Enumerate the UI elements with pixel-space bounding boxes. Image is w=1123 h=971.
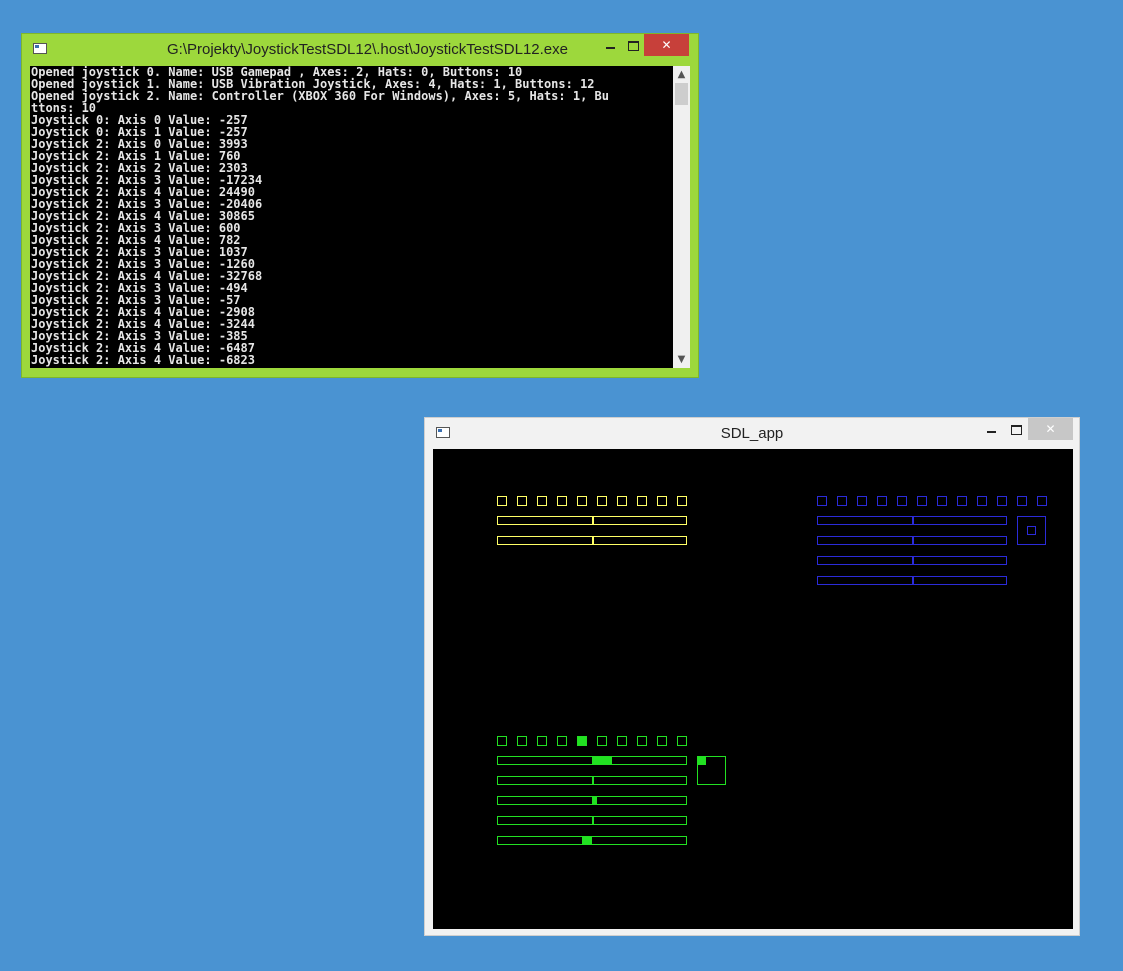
maximize-button[interactable] xyxy=(620,34,646,56)
minimize-icon xyxy=(986,430,996,433)
joystick-1-button-1 xyxy=(837,496,847,506)
maximize-icon xyxy=(627,40,639,51)
joystick-1-button-2 xyxy=(857,496,867,506)
minimize-icon xyxy=(605,46,615,49)
joystick-1-hat-indicator xyxy=(1027,526,1036,535)
joystick-0-button-6 xyxy=(617,496,627,506)
joystick-2-axis-3-fill xyxy=(592,816,594,825)
joystick-0-button-5 xyxy=(597,496,607,506)
sdl-minimize-button[interactable] xyxy=(977,418,1005,440)
joystick-0-button-8 xyxy=(657,496,667,506)
scroll-thumb[interactable] xyxy=(675,83,688,105)
joystick-0-axis-0-fill xyxy=(592,516,594,525)
console-line: Joystick 2: Axis 4 Value: -6823 xyxy=(31,353,255,367)
joystick-0-button-2 xyxy=(537,496,547,506)
joystick-2-button-2 xyxy=(537,736,547,746)
console-output: Opened joystick 0. Name: USB Gamepad , A… xyxy=(31,66,671,368)
joystick-2-button-8 xyxy=(657,736,667,746)
console-titlebar[interactable]: G:\Projekty\JoystickTestSDL12\.host\Joys… xyxy=(22,34,698,66)
console-scrollbar[interactable]: ▲ ▼ xyxy=(673,66,690,368)
close-button[interactable]: ✕ xyxy=(644,34,689,56)
joystick-2-button-9 xyxy=(677,736,687,746)
joystick-1-button-6 xyxy=(937,496,947,506)
sdl-maximize-button[interactable] xyxy=(1003,418,1029,440)
joystick-1-button-3 xyxy=(877,496,887,506)
joystick-0-button-1 xyxy=(517,496,527,506)
console-line: Opened joystick 2. Name: Controller (XBO… xyxy=(31,89,609,103)
console-window-icon[interactable] xyxy=(33,43,47,54)
joystick-1-button-5 xyxy=(917,496,927,506)
joystick-0-button-9 xyxy=(677,496,687,506)
joystick-2-hat-indicator xyxy=(697,756,706,765)
sdl-canvas[interactable] xyxy=(433,449,1073,929)
joystick-1-axis-1-fill xyxy=(912,536,914,545)
joystick-1-button-8 xyxy=(977,496,987,506)
sdl-window[interactable]: SDL_app ✕ xyxy=(424,417,1080,936)
maximize-icon xyxy=(1010,424,1022,435)
joystick-2-button-6 xyxy=(617,736,627,746)
sdl-close-button[interactable]: ✕ xyxy=(1028,418,1073,440)
joystick-1-button-7 xyxy=(957,496,967,506)
joystick-1-button-10 xyxy=(1017,496,1027,506)
console-title: G:\Projekty\JoystickTestSDL12\.host\Joys… xyxy=(167,41,568,58)
joystick-2-axis-2-fill xyxy=(592,796,597,805)
joystick-1-button-0 xyxy=(817,496,827,506)
joystick-1-axis-2-fill xyxy=(912,556,914,565)
joystick-2-button-4 xyxy=(577,736,587,746)
console-window[interactable]: G:\Projekty\JoystickTestSDL12\.host\Joys… xyxy=(22,34,698,377)
console-area[interactable]: Opened joystick 0. Name: USB Gamepad , A… xyxy=(30,66,690,368)
joystick-2-button-0 xyxy=(497,736,507,746)
close-icon: ✕ xyxy=(661,38,672,52)
joystick-0-button-3 xyxy=(557,496,567,506)
joystick-0-button-4 xyxy=(577,496,587,506)
joystick-2-axis-1-fill xyxy=(592,776,594,785)
joystick-2-axis-4-fill xyxy=(582,836,592,845)
joystick-2-button-5 xyxy=(597,736,607,746)
joystick-1-hat-box xyxy=(1017,516,1046,545)
joystick-2-axis-0-fill xyxy=(592,756,612,765)
joystick-1-button-4 xyxy=(897,496,907,506)
joystick-visualization xyxy=(497,496,1047,845)
joystick-1-axis-3-fill xyxy=(912,576,914,585)
sdl-titlebar[interactable]: SDL_app ✕ xyxy=(425,418,1079,449)
scroll-down-arrow-icon[interactable]: ▼ xyxy=(673,351,690,368)
joystick-1-axis-0-fill xyxy=(912,516,914,525)
joystick-0-axis-1-fill xyxy=(592,536,594,545)
joystick-2-button-7 xyxy=(637,736,647,746)
joystick-1-button-11 xyxy=(1037,496,1047,506)
close-icon: ✕ xyxy=(1045,422,1056,436)
joystick-2-button-3 xyxy=(557,736,567,746)
joystick-1-button-9 xyxy=(997,496,1007,506)
scroll-up-arrow-icon[interactable]: ▲ xyxy=(673,66,690,83)
joystick-0-button-7 xyxy=(637,496,647,506)
joystick-0-button-0 xyxy=(497,496,507,506)
joystick-2-button-1 xyxy=(517,736,527,746)
